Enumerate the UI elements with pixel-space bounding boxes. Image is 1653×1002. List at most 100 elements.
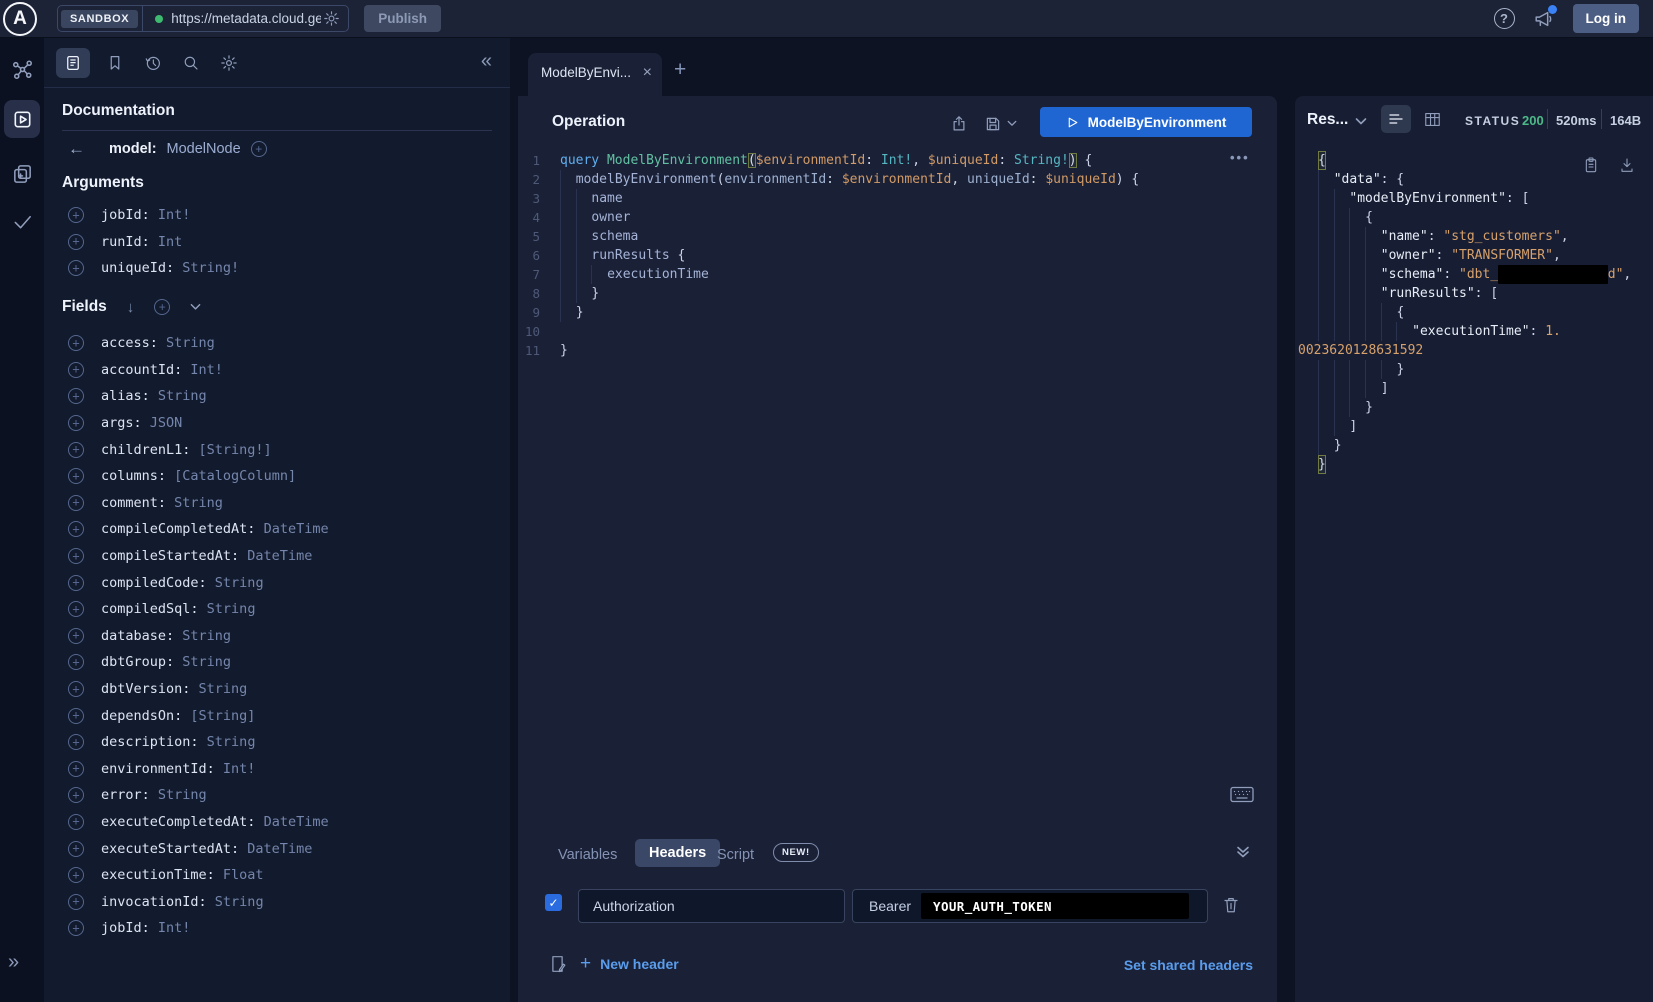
add-field-to-query-icon[interactable] (68, 654, 84, 670)
add-field-to-query-icon[interactable] (68, 920, 84, 936)
field-name[interactable]: compileStartedAt: (101, 548, 239, 564)
close-tab-icon[interactable]: × (643, 64, 652, 82)
operation-collections-icon[interactable] (11, 162, 34, 185)
code-line[interactable]: 7executionTime (518, 265, 1277, 284)
field-type[interactable]: String (150, 388, 207, 404)
code-line[interactable]: 8} (518, 284, 1277, 303)
field-type[interactable]: [String] (182, 708, 255, 724)
set-shared-headers-link[interactable]: Set shared headers (1124, 957, 1253, 973)
field-type[interactable]: Int! (182, 362, 223, 378)
tab-headers[interactable]: Headers (635, 839, 720, 867)
field-name[interactable]: compiledSql: (101, 601, 199, 617)
add-field-to-query-icon[interactable] (68, 260, 84, 276)
field-type[interactable]: String (199, 734, 256, 750)
apollo-logo[interactable]: A (3, 2, 37, 36)
search-icon[interactable] (182, 54, 200, 72)
field-type[interactable]: [String!] (190, 442, 271, 458)
add-field-to-query-icon[interactable] (68, 681, 84, 697)
field-name[interactable]: alias: (101, 388, 150, 404)
explorer-tab-active[interactable] (4, 100, 40, 138)
field-type[interactable]: String (207, 894, 264, 910)
add-field-to-query-icon[interactable] (68, 841, 84, 857)
field-name[interactable]: uniqueId: (101, 260, 174, 276)
new-header-button[interactable]: + New header (580, 953, 679, 975)
field-type[interactable]: String! (174, 260, 239, 276)
add-field-to-query-icon[interactable] (68, 442, 84, 458)
field-name[interactable]: database: (101, 628, 174, 644)
collapse-section-icon[interactable] (1236, 845, 1250, 859)
field-name[interactable]: dependsOn: (101, 708, 182, 724)
add-field-to-query-icon[interactable] (68, 761, 84, 777)
response-dropdown-chevron-icon[interactable] (1355, 117, 1367, 126)
field-name[interactable]: environmentId: (101, 761, 215, 777)
add-field-to-query-icon[interactable] (68, 362, 84, 378)
field-type[interactable]: Int! (215, 761, 256, 777)
field-type[interactable]: String (199, 601, 256, 617)
history-icon[interactable] (144, 54, 162, 72)
add-field-to-query-icon[interactable] (68, 335, 84, 351)
login-button[interactable]: Log in (1573, 4, 1640, 33)
code-line[interactable]: 10 (518, 322, 1277, 341)
header-value-input[interactable]: Bearer YOUR_AUTH_TOKEN (852, 889, 1208, 923)
add-field-to-query-icon[interactable] (68, 234, 84, 250)
code-line[interactable]: 9} (518, 303, 1277, 322)
endpoint-url-input[interactable]: https://metadata.cloud.get (171, 11, 321, 26)
settings-icon[interactable] (220, 54, 238, 72)
field-type[interactable]: [CatalogColumn] (166, 468, 296, 484)
fields-options-chevron-icon[interactable] (190, 303, 201, 311)
header-enabled-checkbox[interactable]: ✓ (545, 894, 562, 911)
field-type[interactable]: String (174, 628, 231, 644)
announcements-icon[interactable] (1533, 8, 1555, 30)
field-name[interactable]: dbtGroup: (101, 654, 174, 670)
operation-tab[interactable]: ModelByEnvi... × (528, 53, 662, 96)
field-type[interactable]: DateTime (255, 814, 328, 830)
field-name[interactable]: columns: (101, 468, 166, 484)
keyboard-shortcuts-icon[interactable] (1230, 786, 1254, 803)
field-name[interactable]: error: (101, 787, 150, 803)
field-name[interactable]: accountId: (101, 362, 182, 378)
table-view-toggle[interactable] (1423, 110, 1442, 129)
field-type[interactable]: Int! (150, 207, 191, 223)
add-field-to-query-icon[interactable] (68, 601, 84, 617)
field-name[interactable]: args: (101, 415, 142, 431)
share-operation-icon[interactable] (950, 114, 968, 133)
sort-fields-icon[interactable]: ↓ (127, 299, 135, 316)
help-icon[interactable]: ? (1494, 8, 1515, 29)
add-field-to-query-icon[interactable] (68, 787, 84, 803)
model-type-link[interactable]: ModelNode (167, 141, 241, 157)
field-type[interactable]: String (174, 654, 231, 670)
field-name[interactable]: executeStartedAt: (101, 841, 239, 857)
new-tab-icon[interactable]: + (674, 58, 686, 82)
header-key-input[interactable]: Authorization (578, 889, 845, 923)
add-field-to-query-icon[interactable] (68, 734, 84, 750)
add-field-to-query-icon[interactable] (68, 867, 84, 883)
tab-variables[interactable]: Variables (558, 847, 617, 863)
field-name[interactable]: description: (101, 734, 199, 750)
add-type-to-query-icon[interactable] (251, 141, 267, 157)
response-dropdown[interactable]: Res... (1307, 111, 1348, 129)
field-type[interactable]: DateTime (239, 841, 312, 857)
add-field-to-query-icon[interactable] (68, 708, 84, 724)
checks-icon[interactable] (11, 210, 34, 233)
back-arrow-icon[interactable]: ← (68, 139, 85, 159)
collapse-docs-panel-icon[interactable]: « (481, 50, 492, 73)
code-line[interactable]: 5schema (518, 227, 1277, 246)
add-field-to-query-icon[interactable] (68, 388, 84, 404)
add-field-to-query-icon[interactable] (68, 814, 84, 830)
field-type[interactable]: String (207, 575, 264, 591)
add-field-to-query-icon[interactable] (68, 495, 84, 511)
field-type[interactable]: String (166, 495, 223, 511)
endpoint-settings-icon[interactable] (323, 10, 340, 27)
field-name[interactable]: access: (101, 335, 158, 351)
field-name[interactable]: executeCompletedAt: (101, 814, 255, 830)
field-type[interactable]: Int (150, 234, 183, 250)
documentation-tab-active[interactable] (56, 48, 90, 78)
code-line[interactable]: 2modelByEnvironment(environmentId: $envi… (518, 170, 1277, 189)
field-name[interactable]: invocationId: (101, 894, 207, 910)
field-type[interactable]: String (158, 335, 215, 351)
add-field-to-query-icon[interactable] (68, 548, 84, 564)
publish-button[interactable]: Publish (364, 5, 441, 32)
field-name[interactable]: compiledCode: (101, 575, 207, 591)
add-field-to-query-icon[interactable] (68, 894, 84, 910)
field-name[interactable]: runId: (101, 234, 150, 250)
